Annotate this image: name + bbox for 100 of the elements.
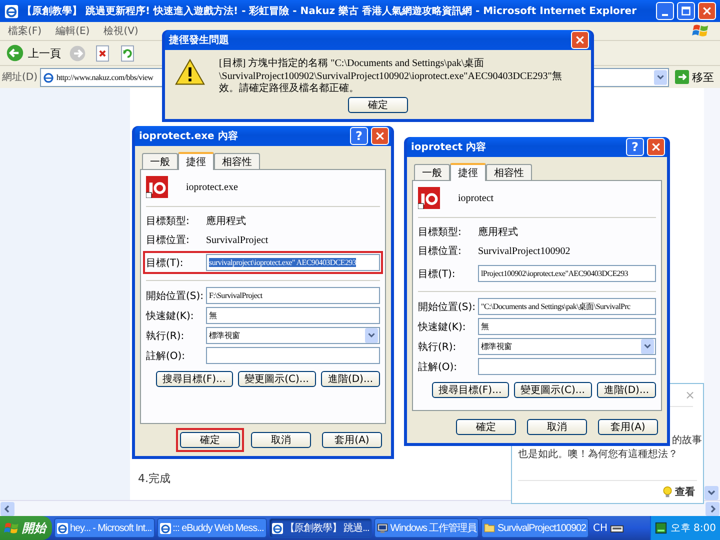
field-label: 目標位置: (146, 234, 190, 247)
tab[interactable]: 相容性 (486, 164, 532, 180)
dialog-title: ioprotect.exe 內容 (139, 129, 238, 143)
target-field[interactable]: survivalproject\ioprotect.exe" AEC90403DCE293 (206, 254, 380, 271)
target-field[interactable]: lProject100902\ioprotect.exe"AEC90403DCE293 (478, 265, 656, 282)
taskbar-button[interactable]: Windows 工作管理員 (374, 518, 480, 538)
lightbulb-icon (662, 486, 673, 498)
browser-icon (4, 4, 19, 18)
field-label: 開始位置(S): (418, 300, 477, 314)
dialog-button[interactable]: 取消 (527, 419, 587, 435)
page-icon (42, 70, 55, 84)
field-label: 註解(O): (418, 360, 458, 374)
taskbar-button[interactable]: hey... - Microsoft Int... (54, 518, 155, 538)
dialog-button[interactable]: 確定 (456, 419, 516, 435)
scroll-down-icon[interactable] (704, 486, 719, 500)
dropdown[interactable]: 標準視窗 (478, 338, 656, 355)
dialog-button[interactable]: 套用(A) (598, 419, 658, 435)
close-button[interactable] (647, 138, 665, 156)
text-field[interactable] (478, 358, 656, 375)
dropdown[interactable]: 標準視窗 (206, 327, 380, 344)
text-field[interactable]: 無 (206, 307, 380, 324)
close-button[interactable] (371, 127, 389, 145)
field-value: 應用程式 (206, 214, 246, 228)
field-label: 快速鍵(K): (418, 320, 467, 334)
taskbar-button[interactable]: SurvivalProject100902 (481, 518, 589, 538)
text-field[interactable]: "C:\Documents and Settings\pak\桌面\SurvivalPrc (478, 298, 656, 315)
field-label: 執行(R): (418, 340, 458, 354)
field-label: 目標(T): (146, 256, 184, 270)
field-label: 目標位置: (418, 244, 462, 258)
browser-icon (57, 522, 68, 534)
ok-button[interactable]: 確定 (348, 97, 408, 113)
help-button[interactable]: ? (626, 138, 644, 156)
minimize-icon (662, 14, 668, 16)
field-label: 註解(O): (146, 350, 186, 362)
back-button[interactable]: 上一頁 (6, 44, 61, 62)
dialog-button[interactable]: 搜尋目標(F)... (156, 371, 233, 387)
folder-icon (484, 523, 496, 533)
app-icon (146, 176, 168, 198)
dialog-button[interactable]: 套用(A) (322, 432, 382, 448)
menu-item[interactable]: 檔案(F) (8, 24, 42, 38)
app-icon (418, 187, 440, 209)
maximize-icon (681, 6, 691, 16)
taskbar-button[interactable]: ::: eBuddy Web Mess... (156, 518, 267, 538)
warning-icon (175, 58, 205, 86)
tab[interactable]: 相容性 (214, 153, 260, 169)
dialog-button[interactable]: 進階(D)... (596, 382, 656, 398)
close-icon (375, 131, 385, 141)
text-field[interactable]: 無 (478, 318, 656, 335)
dialog-button[interactable]: 搜尋目標(F)... (432, 382, 509, 398)
language-indicator[interactable]: CH (592, 522, 608, 534)
clock: 오후 8:00 (670, 522, 716, 535)
minimize-button[interactable] (656, 2, 674, 20)
scroll-right-icon[interactable] (705, 502, 720, 516)
message-text: 的故事 (672, 434, 702, 447)
menu-item[interactable]: 編輯(E) (56, 24, 90, 38)
dialog-button[interactable]: 變更圖示(C)... (514, 382, 592, 398)
taskbar-button[interactable]: 【原創教學】 跳過... (268, 518, 372, 538)
field-label: 快速鍵(K): (146, 310, 195, 322)
close-icon (575, 35, 585, 45)
field-value: SurvivalProject (206, 234, 268, 246)
tab[interactable]: 一般 (142, 153, 178, 169)
tab[interactable]: 捷徑 (450, 163, 486, 181)
dialog-title: 捷徑發生問題 (169, 34, 229, 47)
dialog-button[interactable]: 取消 (251, 432, 311, 448)
file-name: ioprotect (458, 192, 494, 204)
vertical-scrollbar[interactable] (704, 88, 720, 500)
monitor-icon (377, 522, 388, 534)
close-button[interactable] (571, 31, 589, 49)
field-label: 目標類型: (418, 226, 462, 239)
field-value: SurvivalProject100902 (478, 246, 570, 256)
field-label: 目標(T): (418, 268, 456, 280)
windows-logo-icon (4, 520, 20, 536)
text-field[interactable] (206, 347, 380, 364)
refresh-icon[interactable] (119, 44, 136, 62)
start-button[interactable]: 開始 (0, 516, 52, 540)
close-button[interactable] (698, 2, 716, 20)
dialog-button[interactable]: 確定 (180, 432, 240, 448)
tab[interactable]: 一般 (414, 164, 450, 180)
view-link[interactable]: 查看 (662, 485, 695, 499)
scroll-left-icon[interactable] (0, 502, 15, 516)
field-label: 開始位置(S): (146, 290, 205, 302)
dialog-button[interactable]: 進階(D)... (320, 371, 380, 387)
maximize-button[interactable] (677, 2, 695, 20)
field-label: 執行(R): (146, 330, 186, 342)
windows-logo-icon (692, 23, 710, 39)
stop-icon[interactable] (94, 44, 111, 62)
go-button[interactable]: 移至 (671, 70, 718, 84)
file-name: ioprotect.exe (186, 182, 238, 192)
monitor-icon[interactable] (655, 522, 668, 534)
help-button[interactable]: ? (350, 127, 368, 145)
horizontal-scrollbar[interactable] (0, 500, 720, 516)
tab[interactable]: 捷徑 (178, 152, 214, 170)
dialog-title: ioprotect 內容 (411, 140, 486, 154)
close-icon (651, 142, 661, 152)
keyboard-icon[interactable] (610, 522, 624, 534)
address-label: 網址(D) (2, 70, 38, 84)
dialog-button[interactable]: 變更圖示(C)... (238, 371, 316, 387)
text-field[interactable]: F:\SurvivalProject (206, 287, 380, 304)
menu-item[interactable]: 檢視(V) (104, 24, 138, 38)
step-text: 4.完成 (138, 471, 172, 486)
